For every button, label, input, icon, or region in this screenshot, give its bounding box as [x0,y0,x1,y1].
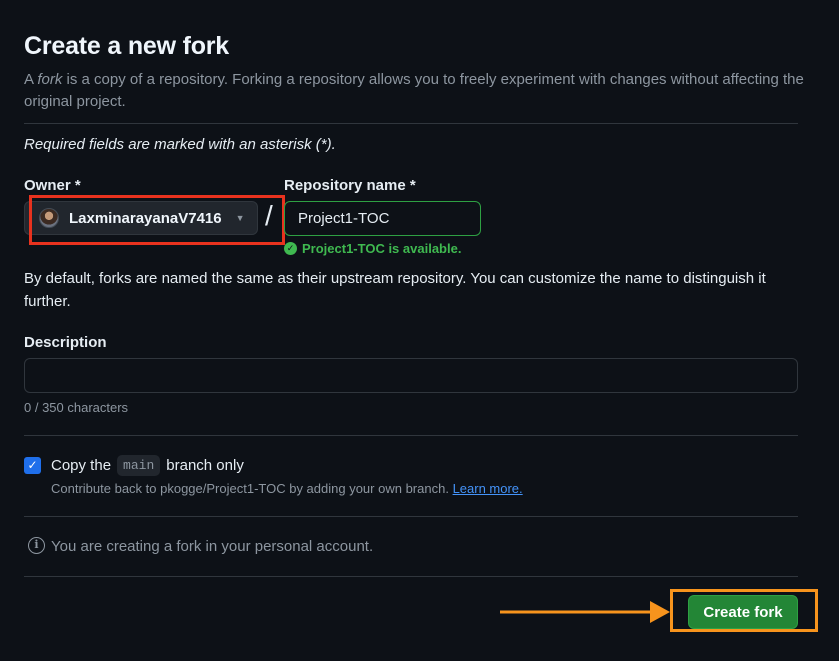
page-title: Create a new fork [24,32,230,60]
arrow-icon [500,601,670,623]
chevron-down-icon: ▼ [235,213,245,223]
owner-repo-separator: / [265,200,273,231]
owner-dropdown[interactable]: LaxminarayanaV7416 ▼ [24,201,258,235]
checkbox-check-icon: ✓ [27,458,38,472]
repo-name-input[interactable] [284,201,481,236]
owner-name: LaxminarayanaV7416 [69,209,222,227]
check-circle-icon: ✓ [284,242,297,255]
copy-main-checkbox[interactable]: ✓ [24,457,41,474]
create-fork-button[interactable]: Create fork [688,595,798,629]
account-note: You are creating a fork in your personal… [51,538,374,555]
fork-term: fork [37,71,63,88]
availability-status: ✓ Project1-TOC is available. [284,241,461,256]
char-count: 0 / 350 characters [24,400,129,415]
availability-text: Project1-TOC is available. [302,241,462,256]
required-note: Required fields are marked with an aster… [24,136,336,153]
avatar [39,208,59,228]
divider [24,576,798,577]
branch-name-chip: main [117,455,161,476]
info-icon: i [28,537,45,554]
copy-branch-label: Copy the main branch only [51,455,244,476]
copy-branch-help: Contribute back to pkogge/Project1-TOC b… [51,481,523,496]
divider [24,435,798,436]
create-fork-page: Create a new fork A fork is a copy of a … [0,0,839,661]
repo-name-label: Repository name * [284,177,416,194]
divider [24,123,798,124]
learn-more-link[interactable]: Learn more. [453,481,523,496]
divider [24,516,798,517]
owner-label: Owner * [24,177,81,194]
page-intro: A fork is a copy of a repository. Forkin… [24,71,804,110]
description-input[interactable] [24,358,798,393]
description-label: Description [24,334,107,351]
default-name-note: By default, forks are named the same as … [24,270,766,310]
